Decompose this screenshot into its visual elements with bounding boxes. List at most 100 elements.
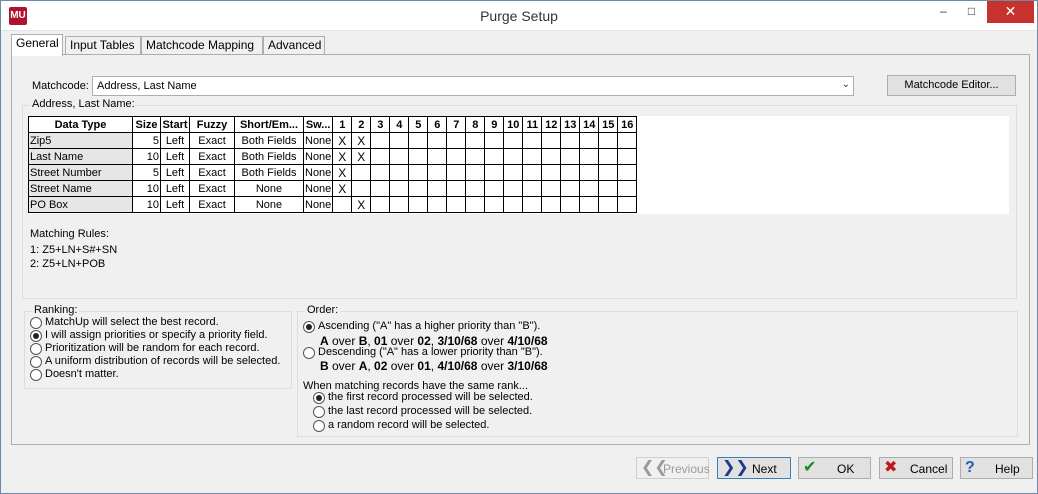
fuzzy-cell[interactable]: Exact bbox=[189, 164, 235, 181]
rule-4-cell[interactable] bbox=[389, 164, 410, 181]
table-row[interactable]: PO Box 10 Left Exact None None X bbox=[28, 196, 638, 213]
ranking-option-label[interactable]: Prioritization will be random for each r… bbox=[45, 342, 260, 354]
size-cell[interactable]: 10 bbox=[132, 180, 161, 197]
rule-2-cell[interactable] bbox=[351, 180, 372, 197]
start-cell[interactable]: Left bbox=[160, 196, 190, 213]
rule-5-cell[interactable] bbox=[408, 164, 429, 181]
rule-1-cell[interactable]: X bbox=[332, 148, 353, 165]
fuzzy-cell[interactable]: Exact bbox=[189, 148, 235, 165]
matchcode-select[interactable]: Address, Last Name ⌄ bbox=[92, 76, 854, 96]
col-11[interactable]: 11 bbox=[522, 116, 543, 133]
rule-7-cell[interactable] bbox=[446, 132, 467, 149]
ascending-label[interactable]: Ascending ("A" has a higher priority tha… bbox=[318, 320, 540, 332]
start-cell[interactable]: Left bbox=[160, 164, 190, 181]
rule-6-cell[interactable] bbox=[427, 132, 448, 149]
same-rank-radio[interactable] bbox=[313, 406, 325, 418]
rule-12-cell[interactable] bbox=[541, 164, 562, 181]
rule-11-cell[interactable] bbox=[522, 148, 543, 165]
rule-3-cell[interactable] bbox=[370, 132, 391, 149]
rule-2-cell[interactable]: X bbox=[351, 148, 372, 165]
rule-16-cell[interactable] bbox=[617, 132, 638, 149]
rule-10-cell[interactable] bbox=[503, 164, 524, 181]
rule-5-cell[interactable] bbox=[408, 148, 429, 165]
short-empty-cell[interactable]: Both Fields bbox=[234, 132, 304, 149]
start-cell[interactable]: Left bbox=[160, 148, 190, 165]
table-row[interactable]: Street Number 5 Left Exact Both Fields None X bbox=[28, 164, 638, 181]
same-rank-option-label[interactable]: the first record processed will be selec… bbox=[328, 391, 533, 403]
descending-radio[interactable] bbox=[303, 347, 315, 359]
fuzzy-cell[interactable]: Exact bbox=[189, 180, 235, 197]
title-bar[interactable]: MU Purge Setup – □ ✕ bbox=[1, 1, 1037, 31]
rule-15-cell[interactable] bbox=[598, 164, 619, 181]
rule-9-cell[interactable] bbox=[484, 180, 505, 197]
rule-12-cell[interactable] bbox=[541, 180, 562, 197]
ranking-option-label[interactable]: MatchUp will select the best record. bbox=[45, 316, 219, 328]
rule-9-cell[interactable] bbox=[484, 132, 505, 149]
rule-12-cell[interactable] bbox=[541, 132, 562, 149]
col-start[interactable]: Start bbox=[160, 116, 190, 133]
short-empty-cell[interactable]: None bbox=[234, 180, 304, 197]
same-rank-option-label[interactable]: a random record will be selected. bbox=[328, 419, 489, 431]
col-6[interactable]: 6 bbox=[427, 116, 448, 133]
fuzzy-cell[interactable]: Exact bbox=[189, 132, 235, 149]
rule-2-cell[interactable] bbox=[351, 164, 372, 181]
tab-input-tables[interactable]: Input Tables bbox=[65, 36, 141, 55]
col-1[interactable]: 1 bbox=[332, 116, 353, 133]
swap-cell[interactable]: None bbox=[302, 196, 334, 213]
col-15[interactable]: 15 bbox=[598, 116, 619, 133]
rule-1-cell[interactable] bbox=[332, 196, 353, 213]
start-cell[interactable]: Left bbox=[160, 180, 190, 197]
rule-6-cell[interactable] bbox=[427, 164, 448, 181]
col-short-empty[interactable]: Short/Em... bbox=[234, 116, 304, 133]
chevron-down-icon[interactable]: ⌄ bbox=[842, 79, 850, 90]
short-empty-cell[interactable]: Both Fields bbox=[234, 148, 304, 165]
col-4[interactable]: 4 bbox=[389, 116, 410, 133]
rule-14-cell[interactable] bbox=[579, 148, 600, 165]
maximize-button[interactable]: □ bbox=[958, 1, 985, 23]
rule-11-cell[interactable] bbox=[522, 180, 543, 197]
rule-4-cell[interactable] bbox=[389, 148, 410, 165]
rule-8-cell[interactable] bbox=[465, 180, 486, 197]
ok-button[interactable]: ✔ OK bbox=[798, 457, 871, 479]
rule-7-cell[interactable] bbox=[446, 148, 467, 165]
rule-10-cell[interactable] bbox=[503, 196, 524, 213]
rule-6-cell[interactable] bbox=[427, 148, 448, 165]
rule-8-cell[interactable] bbox=[465, 196, 486, 213]
col-16[interactable]: 16 bbox=[617, 116, 638, 133]
matchcode-editor-button[interactable]: Matchcode Editor... bbox=[887, 75, 1016, 96]
table-row[interactable]: Last Name 10 Left Exact Both Fields None X X bbox=[28, 148, 638, 165]
ranking-option-label[interactable]: I will assign priorities or specify a pr… bbox=[45, 329, 268, 341]
rule-13-cell[interactable] bbox=[560, 132, 581, 149]
rule-6-cell[interactable] bbox=[427, 196, 448, 213]
rule-16-cell[interactable] bbox=[617, 196, 638, 213]
rule-10-cell[interactable] bbox=[503, 148, 524, 165]
rule-13-cell[interactable] bbox=[560, 148, 581, 165]
same-rank-option-label[interactable]: the last record processed will be select… bbox=[328, 405, 532, 417]
col-14[interactable]: 14 bbox=[579, 116, 600, 133]
next-button[interactable]: ❯❯ Next bbox=[717, 457, 791, 479]
table-row[interactable]: Street Name 10 Left Exact None None X bbox=[28, 180, 638, 197]
ranking-option-label[interactable]: Doesn't matter. bbox=[45, 368, 119, 380]
col-2[interactable]: 2 bbox=[351, 116, 372, 133]
rule-7-cell[interactable] bbox=[446, 180, 467, 197]
fuzzy-cell[interactable]: Exact bbox=[189, 196, 235, 213]
rule-4-cell[interactable] bbox=[389, 196, 410, 213]
rule-7-cell[interactable] bbox=[446, 196, 467, 213]
rule-9-cell[interactable] bbox=[484, 148, 505, 165]
rule-5-cell[interactable] bbox=[408, 180, 429, 197]
swap-cell[interactable]: None bbox=[302, 164, 334, 181]
short-empty-cell[interactable]: Both Fields bbox=[234, 164, 304, 181]
table-row[interactable]: Zip5 5 Left Exact Both Fields None X X bbox=[28, 132, 638, 149]
rule-11-cell[interactable] bbox=[522, 196, 543, 213]
rule-15-cell[interactable] bbox=[598, 180, 619, 197]
rule-8-cell[interactable] bbox=[465, 164, 486, 181]
size-cell[interactable]: 5 bbox=[132, 164, 161, 181]
col-3[interactable]: 3 bbox=[370, 116, 391, 133]
rule-15-cell[interactable] bbox=[598, 196, 619, 213]
ascending-radio[interactable] bbox=[303, 321, 315, 333]
ranking-option-label[interactable]: A uniform distribution of records will b… bbox=[45, 355, 280, 367]
ranking-radio[interactable] bbox=[30, 343, 42, 355]
rule-11-cell[interactable] bbox=[522, 164, 543, 181]
same-rank-radio[interactable] bbox=[313, 420, 325, 432]
tab-matchcode-mapping[interactable]: Matchcode Mapping bbox=[141, 36, 263, 55]
